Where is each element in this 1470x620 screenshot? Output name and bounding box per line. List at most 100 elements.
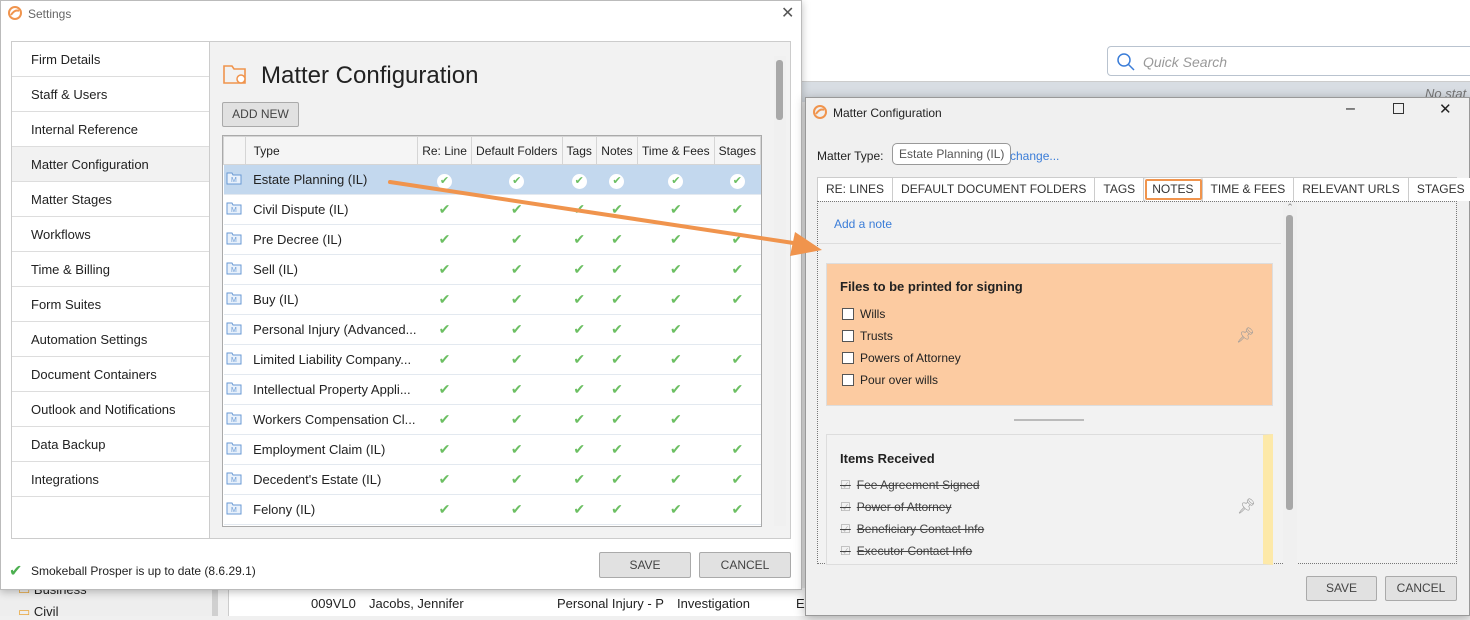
pin-icon[interactable]: 📌︎ (1236, 326, 1255, 344)
add-new-button[interactable]: ADD NEW (222, 102, 299, 127)
drag-handle[interactable] (1014, 419, 1084, 421)
table-row[interactable]: M Personal Injury (Advanced... ✔ ✔ ✔ ✔ ✔ (223, 314, 761, 345)
column-header[interactable]: Type (244, 136, 419, 165)
checklist-item[interactable]: Powers of Attorney (842, 347, 961, 369)
checklist-item[interactable]: Pour over wills (842, 369, 961, 391)
background-matter-row[interactable]: 009VL0 Jacobs, Jennifer Personal Injury … (228, 588, 808, 616)
checklist-item[interactable]: ☑ Executor Contact Info (840, 540, 984, 562)
close-icon[interactable]: ✕ (1439, 100, 1452, 118)
note-card[interactable]: Items Received ☑ Fee Agreement Signed ☑ Pow… (826, 434, 1273, 565)
save-button[interactable]: SAVE (1306, 576, 1377, 601)
checked-checkbox-icon[interactable]: ☑ (840, 522, 851, 536)
checked-checkbox-icon[interactable]: ☑ (840, 544, 851, 558)
check-icon: ✔ (438, 261, 451, 277)
tree-item-civil[interactable]: ▭ Civil (18, 604, 58, 620)
nav-item[interactable]: Firm Details (12, 42, 209, 77)
table-row[interactable]: M Employment Claim (IL) ✔ ✔ ✔ ✔ ✔ ✔ (223, 434, 761, 465)
check-cell: ✔ (562, 434, 597, 465)
table-row[interactable]: M Estate Planning (IL) ✔ ✔ ✔ ✔ ✔ ✔ (223, 164, 761, 195)
svg-text:M: M (231, 387, 237, 394)
table-row[interactable]: M Felony (IL) ✔ ✔ ✔ ✔ ✔ ✔ (223, 494, 761, 525)
check-cell: ✔ (714, 284, 761, 315)
checked-checkbox-icon[interactable]: ☑ (840, 500, 851, 514)
check-icon: ✔ (611, 321, 623, 337)
check-icon: ✔ (731, 231, 744, 247)
check-cell: ✔ (417, 284, 472, 315)
checklist-item[interactable]: ☑ Fee Agreement Signed (840, 474, 984, 496)
check-cell: ✔ (417, 194, 472, 225)
matter-folder-icon: M (223, 224, 246, 255)
column-header[interactable]: Stages (713, 136, 761, 165)
divider (818, 243, 1281, 244)
cancel-button[interactable]: CANCEL (1385, 576, 1457, 601)
table-row[interactable]: M Intellectual Property Appli... ✔ ✔ ✔ ✔ ✔ ✔ (223, 374, 761, 405)
table-row[interactable]: M Sell (IL) ✔ ✔ ✔ ✔ ✔ ✔ (223, 254, 761, 285)
checkbox[interactable] (842, 352, 854, 364)
cancel-button[interactable]: CANCEL (699, 552, 791, 578)
notes-scrollbar[interactable]: ⌃ (1283, 202, 1297, 564)
nav-item[interactable]: Matter Configuration (12, 147, 209, 182)
column-header[interactable]: Tags (561, 136, 597, 165)
tab-notes[interactable]: NOTES (1144, 178, 1203, 201)
check-icon: ✔ (611, 381, 623, 397)
column-header[interactable]: Notes (595, 136, 639, 165)
checklist-item[interactable]: ☑ Power of Attorney (840, 496, 984, 518)
tab-tags[interactable]: TAGS (1095, 178, 1145, 201)
tab-default-document-folders[interactable]: DEFAULT DOCUMENT FOLDERS (893, 178, 1096, 201)
scrollbar[interactable] (774, 56, 786, 526)
tab-relevant-urls[interactable]: RELEVANT URLS (1294, 178, 1409, 201)
nav-item[interactable]: Staff & Users (12, 77, 209, 112)
table-row[interactable]: M Limited Liability Company... ✔ ✔ ✔ ✔ ✔ ✔ (223, 344, 761, 375)
nav-item[interactable]: Automation Settings (12, 322, 209, 357)
nav-item[interactable]: Integrations (12, 462, 209, 497)
nav-item[interactable]: Outlook and Notifications (12, 392, 209, 427)
check-icon: ✔ (573, 351, 586, 367)
matter-type-name: Buy (IL) (245, 284, 418, 315)
quick-search-input[interactable]: Quick Search (1107, 46, 1470, 76)
checked-checkbox-icon[interactable]: ☑ (840, 478, 851, 492)
add-note-link[interactable]: Add a note (834, 217, 892, 231)
nav-item[interactable]: Data Backup (12, 427, 209, 462)
nav-item[interactable]: Workflows (12, 217, 209, 252)
minimize-icon[interactable]: – (1346, 100, 1355, 118)
tab-time-fees[interactable]: TIME & FEES (1202, 178, 1295, 201)
check-cell: ✔ (471, 494, 563, 525)
note-card[interactable]: Files to be printed for signing Wills Tru… (826, 263, 1273, 406)
table-row[interactable]: M Workers Compensation Cl... ✔ ✔ ✔ ✔ ✔ (223, 404, 761, 435)
check-cell: ✔ (714, 194, 761, 225)
checklist-item[interactable]: Trusts (842, 325, 961, 347)
pin-icon[interactable]: 📌︎ (1237, 497, 1256, 515)
table-row[interactable]: M Pre Decree (IL) ✔ ✔ ✔ ✔ ✔ ✔ (223, 224, 761, 255)
tab-stages[interactable]: STAGES (1408, 178, 1470, 201)
change-link[interactable]: change... (1010, 149, 1059, 163)
nav-item[interactable]: Time & Billing (12, 252, 209, 287)
save-button[interactable]: SAVE (599, 552, 691, 578)
maximize-icon[interactable] (1393, 103, 1404, 114)
checkbox[interactable] (842, 308, 854, 320)
tab-re-lines[interactable]: RE: LINES (818, 178, 894, 201)
nav-item[interactable]: Document Containers (12, 357, 209, 392)
column-header[interactable]: Default Folders (470, 136, 563, 165)
check-cell: ✔ (562, 254, 597, 285)
table-row[interactable]: M Decedent's Estate (IL) ✔ ✔ ✔ ✔ ✔ ✔ (223, 464, 761, 495)
check-cell: ✔ (714, 434, 761, 465)
settings-nav: Firm Details Staff & Users Internal Refere… (11, 41, 210, 539)
table-row[interactable]: M Civil Dispute (IL) ✔ ✔ ✔ ✔ ✔ ✔ (223, 194, 761, 225)
column-header[interactable]: Time & Fees (637, 136, 715, 165)
nav-item[interactable]: Form Suites (12, 287, 209, 322)
nav-item[interactable]: Matter Stages (12, 182, 209, 217)
column-header[interactable]: Re: Line (417, 136, 472, 165)
scroll-up-icon[interactable]: ⌃ (1283, 202, 1297, 213)
checkbox[interactable] (842, 374, 854, 386)
nav-item[interactable]: Internal Reference (12, 112, 209, 147)
matter-config-icon (223, 65, 246, 84)
checklist-item[interactable]: ☑ Beneficiary Contact Info (840, 518, 984, 540)
checklist-item[interactable]: Wills (842, 303, 961, 325)
scrollbar-thumb[interactable] (776, 60, 783, 120)
close-icon[interactable]: ✕ (781, 3, 794, 23)
check-cell: ✔ (596, 164, 638, 195)
table-row[interactable]: M Buy (IL) ✔ ✔ ✔ ✔ ✔ ✔ (223, 284, 761, 315)
check-icon: ✔ (510, 201, 523, 217)
scrollbar-thumb[interactable] (1286, 215, 1293, 510)
checkbox[interactable] (842, 330, 854, 342)
